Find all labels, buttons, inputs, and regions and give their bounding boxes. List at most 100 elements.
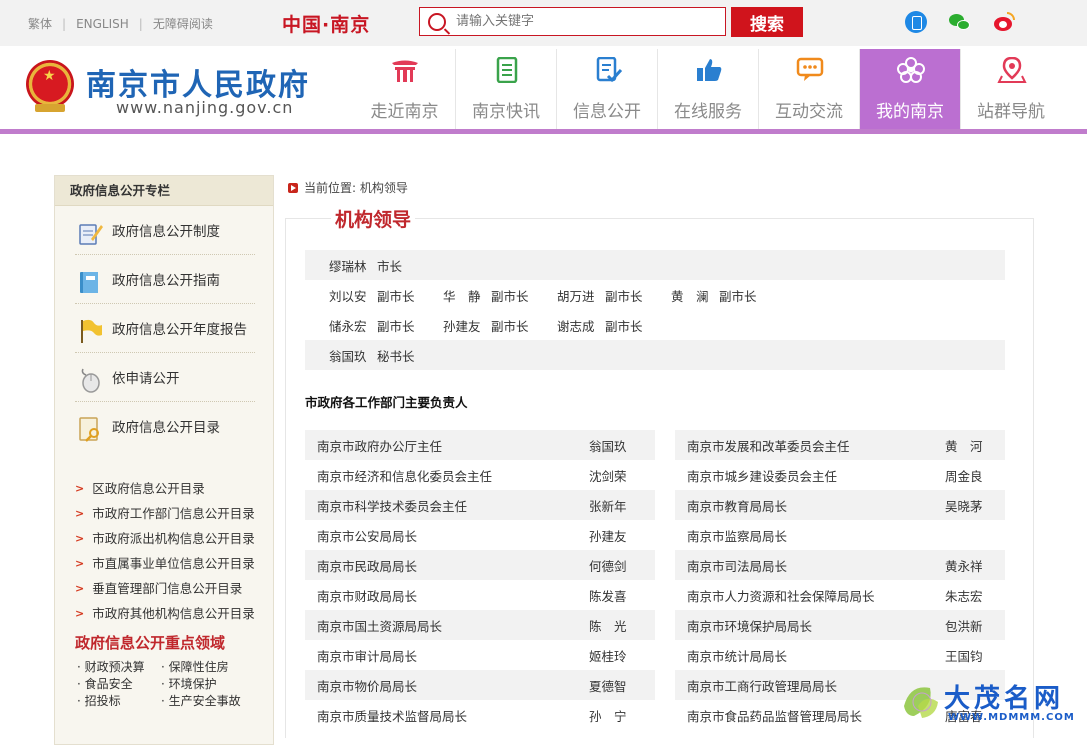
nav-item-interaction[interactable]: 互动交流 <box>758 49 859 129</box>
dept-row: 南京市环境保护局局长 包洪新 <box>675 610 1005 640</box>
nav-label: 信息公开 <box>573 102 641 122</box>
mouse-icon <box>81 368 100 393</box>
accessibility-link[interactable]: 无障碍阅读 <box>153 15 213 32</box>
dept-head: 夏德智 <box>589 678 627 694</box>
dept-name[interactable]: 南京市国土资源局局长 <box>305 616 589 635</box>
divider: | <box>138 16 143 31</box>
nav-item-visit-nanjing[interactable]: 走近南京 <box>354 49 455 129</box>
leader-name[interactable]: 储永宏 <box>329 316 377 335</box>
dept-head: 包洪新 <box>945 618 983 634</box>
dept-row: 南京市公安局局长 孙建友 <box>305 520 655 550</box>
header-divider <box>0 129 1087 134</box>
catalog-link[interactable]: > 市政府其他机构信息公开目录 <box>75 601 273 626</box>
leader-name[interactable]: 黄 澜 <box>671 286 719 305</box>
dept-row: 南京市司法局局长 黄永祥 <box>675 550 1005 580</box>
document-check-icon <box>596 57 623 83</box>
newspaper-icon <box>496 57 518 83</box>
focus-areas-heading: 政府信息公开重点领域 <box>75 634 226 652</box>
focus-link-housing[interactable]: · 保障性住房 <box>161 658 271 675</box>
nav-item-info-disclosure[interactable]: 信息公开 <box>556 49 657 129</box>
leader-name[interactable]: 胡万进 <box>557 286 605 305</box>
weibo-icon[interactable] <box>993 11 1015 33</box>
catalog-link[interactable]: > 市直属事业单位信息公开目录 <box>75 551 273 576</box>
focus-link-safety-accident[interactable]: · 生产安全事故 <box>161 692 271 709</box>
dept-head: 朱志宏 <box>945 588 983 604</box>
search-icon <box>428 12 446 31</box>
dept-name[interactable]: 南京市司法局局长 <box>675 556 945 575</box>
dept-name[interactable]: 南京市科学技术委员会主任 <box>305 496 589 515</box>
sidebar-item-label: 政府信息公开制度 <box>112 224 220 240</box>
china-nanjing-logo[interactable]: 中国·南京 <box>282 10 370 37</box>
main-nav: 走近南京 南京快讯 信息公开 在线服务 互动交流 我的南京 站群导航 <box>354 49 1061 129</box>
sidebar-heading: 政府信息公开专栏 <box>55 176 273 206</box>
dept-head: 黄永祥 <box>945 558 983 574</box>
mobile-icon[interactable] <box>905 11 927 33</box>
dept-name[interactable]: 南京市财政局局长 <box>305 586 589 605</box>
dept-name[interactable]: 南京市民政局局长 <box>305 556 589 575</box>
wechat-icon[interactable] <box>948 11 970 33</box>
nav-item-my-nanjing[interactable]: 我的南京 <box>859 49 960 129</box>
focus-link-food-safety[interactable]: · 食品安全 <box>77 675 161 692</box>
dept-row: 南京市人力资源和社会保障局局长 朱志宏 <box>675 580 1005 610</box>
dept-name[interactable]: 南京市物价局局长 <box>305 676 589 695</box>
watermark: 大茂名网 WWW.MDMMM.COM <box>900 676 1087 732</box>
sidebar-item-disclosure-system[interactable]: 政府信息公开制度 <box>75 206 255 255</box>
dept-name[interactable]: 南京市政府办公厅主任 <box>305 436 589 455</box>
leader-name[interactable]: 缪瑞林 <box>329 256 377 275</box>
focus-link-environment[interactable]: · 环境保护 <box>161 675 271 692</box>
leader-name[interactable]: 翁国玖 <box>329 346 377 365</box>
top-utility-bar: 繁体 | ENGLISH | 无障碍阅读 中国·南京 搜索 <box>0 0 1087 46</box>
search-input[interactable] <box>456 9 716 34</box>
key-document-icon <box>79 417 99 442</box>
english-link[interactable]: ENGLISH <box>76 17 129 31</box>
nav-item-site-navigation[interactable]: 站群导航 <box>960 49 1061 129</box>
dept-head: 周金良 <box>945 468 983 484</box>
leader-name[interactable]: 华 静 <box>443 286 491 305</box>
nav-item-online-service[interactable]: 在线服务 <box>657 49 758 129</box>
dept-name[interactable]: 南京市统计局局长 <box>675 646 945 665</box>
thumbs-up-icon <box>697 59 722 81</box>
leader-name[interactable]: 谢志成 <box>557 316 605 335</box>
sidebar-item-apply-disclosure[interactable]: 依申请公开 <box>75 353 255 402</box>
dept-name[interactable]: 南京市公安局局长 <box>305 526 589 545</box>
watermark-name: 大茂名网 <box>944 684 1065 714</box>
breadcrumb-text: 当前位置: 机构领导 <box>304 181 408 195</box>
flower-icon <box>897 57 925 83</box>
dept-name[interactable]: 南京市发展和改革委员会主任 <box>675 436 945 455</box>
sidebar-item-annual-report[interactable]: 政府信息公开年度报告 <box>75 304 255 353</box>
leader-entry: 刘以安 副市长 <box>305 286 419 305</box>
chevron-right-icon: > <box>75 532 85 545</box>
nav-item-news[interactable]: 南京快讯 <box>455 49 556 129</box>
dept-name[interactable]: 南京市教育局局长 <box>675 496 945 515</box>
leader-name[interactable]: 孙建友 <box>443 316 491 335</box>
dept-row: 南京市国土资源局局长陈 光 <box>305 610 655 640</box>
search-button[interactable]: 搜索 <box>731 7 803 37</box>
leader-post: 副市长 <box>491 288 529 304</box>
dept-row: 南京市发展和改革委员会主任黄 河 <box>675 430 1005 460</box>
catalog-link[interactable]: > 垂直管理部门信息公开目录 <box>75 576 273 601</box>
sidebar-item-disclosure-guide[interactable]: 政府信息公开指南 <box>75 255 255 304</box>
dept-name[interactable]: 南京市经济和信息化委员会主任 <box>305 466 589 485</box>
dept-name[interactable]: 南京市审计局局长 <box>305 646 589 665</box>
focus-link-budget[interactable]: · 财政预决算 <box>77 658 161 675</box>
dept-name[interactable]: 南京市监察局局长 <box>675 526 945 545</box>
leader-name[interactable]: 刘以安 <box>329 286 377 305</box>
dept-name[interactable]: 南京市质量技术监督局局长 <box>305 706 589 725</box>
catalog-link[interactable]: > 区政府信息公开目录 <box>75 476 273 501</box>
catalog-link[interactable]: > 市政府工作部门信息公开目录 <box>75 501 273 526</box>
dept-name[interactable]: 南京市城乡建设委员会主任 <box>675 466 945 485</box>
leader-entry: 孙建友 副市长 <box>419 316 533 335</box>
dept-head: 陈 光 <box>589 618 627 634</box>
sidebar-item-label: 依申请公开 <box>112 371 180 387</box>
dept-name[interactable]: 南京市环境保护局局长 <box>675 616 945 635</box>
book-icon <box>80 272 98 293</box>
dept-head: 黄 河 <box>945 438 983 454</box>
traditional-chinese-link[interactable]: 繁体 <box>28 15 52 32</box>
dept-name[interactable]: 南京市人力资源和社会保障局局长 <box>675 586 945 605</box>
sidebar-item-disclosure-catalog[interactable]: 政府信息公开目录 <box>75 402 255 451</box>
catalog-link[interactable]: > 市政府派出机构信息公开目录 <box>75 526 273 551</box>
leader-entry: 缪瑞林 市长 <box>305 256 419 275</box>
dept-row: 南京市科学技术委员会主任 张新年 <box>305 490 655 520</box>
national-emblem-icon[interactable]: ★ <box>26 60 74 114</box>
focus-link-bidding[interactable]: · 招投标 <box>77 692 161 709</box>
